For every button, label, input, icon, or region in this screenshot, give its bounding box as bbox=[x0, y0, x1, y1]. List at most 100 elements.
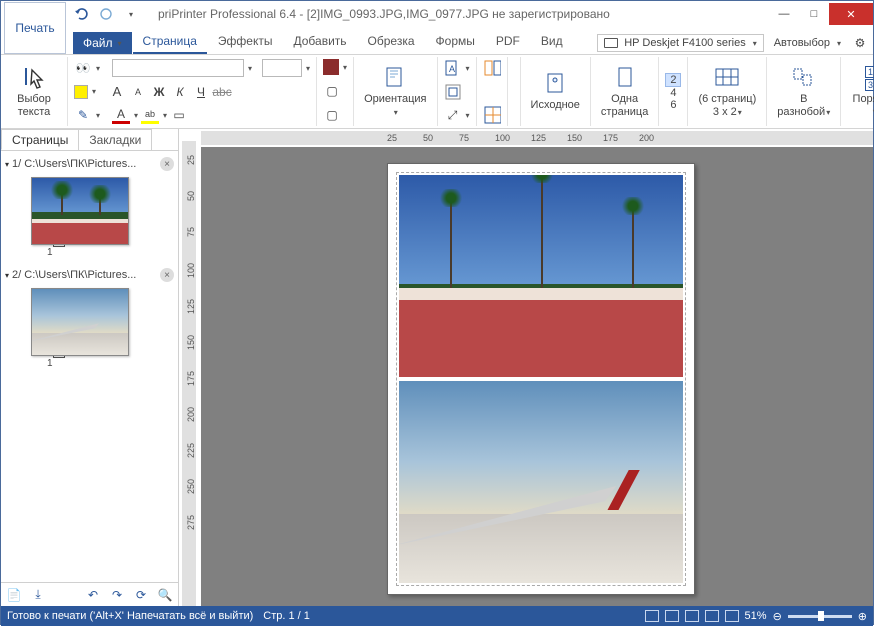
refresh-icon[interactable]: ⟳ bbox=[132, 586, 150, 604]
view-single-icon[interactable] bbox=[645, 610, 659, 622]
nocolor-icon[interactable]: ▢ bbox=[323, 82, 341, 100]
status-page: Стр. 1 / 1 bbox=[263, 610, 310, 622]
scale-icon[interactable]: ⤢ bbox=[444, 106, 462, 124]
redo-icon[interactable] bbox=[97, 5, 115, 23]
tab-view[interactable]: Вид bbox=[531, 29, 573, 54]
booklet-icon[interactable] bbox=[483, 59, 501, 77]
view-two-icon[interactable] bbox=[685, 610, 699, 622]
fontcolor-icon[interactable]: A bbox=[112, 106, 130, 124]
export-icon[interactable]: ⤓ bbox=[29, 586, 47, 604]
tab-crop[interactable]: Обрезка bbox=[358, 29, 425, 54]
undo-icon[interactable] bbox=[73, 5, 91, 23]
page-preview[interactable] bbox=[387, 163, 695, 595]
source-layout-button[interactable]: Исходное bbox=[527, 59, 584, 124]
preview-image-2 bbox=[399, 381, 683, 583]
italic-icon[interactable]: К bbox=[171, 83, 189, 101]
autoselect-dropdown[interactable]: Автовыбор▾ bbox=[768, 35, 847, 51]
cursor-icon bbox=[20, 65, 48, 91]
maximize-button[interactable]: □ bbox=[799, 3, 829, 25]
sidebar-item-header[interactable]: ▾1/ C:\Users\ПК\Pictures...× bbox=[5, 155, 174, 173]
fontsize-selector[interactable] bbox=[262, 59, 302, 77]
view-cont-icon[interactable] bbox=[665, 610, 679, 622]
sidebar-tab-pages[interactable]: Страницы bbox=[1, 129, 79, 150]
tab-forms[interactable]: Формы bbox=[426, 29, 485, 54]
order-button[interactable]: 1 2 3 4 Порядок▾ bbox=[847, 59, 874, 124]
close-button[interactable]: ✕ bbox=[829, 3, 873, 25]
pagesize-icon[interactable]: A bbox=[444, 59, 462, 77]
grow-font-icon[interactable]: A bbox=[108, 83, 126, 101]
pen-icon[interactable]: ✎ bbox=[74, 106, 92, 124]
sourcepage-icon bbox=[541, 71, 569, 97]
font-selector[interactable] bbox=[112, 59, 244, 77]
tab-pdf[interactable]: PDF bbox=[486, 29, 530, 54]
layout-6[interactable]: 6 bbox=[670, 99, 676, 111]
titlebar: ▾ priPrinter Professional 6.4 - [2]IMG_0… bbox=[1, 1, 873, 27]
sidebar-tab-bookmarks[interactable]: Закладки bbox=[78, 129, 152, 150]
binoculars-icon[interactable]: 👀 bbox=[74, 59, 92, 77]
ribbon: Выбор текста 👀▾ ▾ ▾ ▾ A A Ж К Ч abc ✎▾ A… bbox=[1, 55, 873, 129]
layout-4[interactable]: 4 bbox=[670, 87, 676, 99]
printer-selector[interactable]: HP Deskjet F4100 series▾ bbox=[597, 34, 763, 52]
strike-icon[interactable]: abc bbox=[213, 83, 231, 101]
tab-effects[interactable]: Эффекты bbox=[208, 29, 283, 54]
view-thumb-icon[interactable] bbox=[725, 610, 739, 622]
canvas[interactable] bbox=[201, 147, 873, 606]
poster-icon[interactable] bbox=[483, 106, 501, 124]
orientation-icon bbox=[381, 65, 409, 91]
remove-doc-icon[interactable]: × bbox=[160, 157, 174, 171]
view-grid-icon[interactable] bbox=[705, 610, 719, 622]
minimize-button[interactable]: — bbox=[769, 3, 799, 25]
shuffle-icon bbox=[790, 65, 818, 91]
select-text-button[interactable]: Выбор текста bbox=[7, 59, 61, 124]
zoom-label: 51% bbox=[745, 610, 767, 622]
thumbnail[interactable] bbox=[31, 288, 129, 356]
file-menu-button[interactable]: Файл▾ bbox=[73, 32, 132, 54]
quick-access-toolbar: ▾ bbox=[73, 5, 140, 23]
newdoc-icon[interactable]: 📄 bbox=[5, 586, 23, 604]
rotate-cw-icon[interactable]: ↷ bbox=[108, 586, 126, 604]
highlight-icon[interactable] bbox=[74, 85, 88, 99]
statusbar: Готово к печати ('Alt+X' Напечатать всё … bbox=[1, 606, 873, 626]
margins-icon[interactable] bbox=[444, 83, 462, 101]
grid3x2-icon bbox=[713, 65, 741, 91]
tab-add[interactable]: Добавить bbox=[283, 29, 356, 54]
sidebar-item-header[interactable]: ▾2/ C:\Users\ПК\Pictures...× bbox=[5, 266, 174, 284]
tab-page[interactable]: Страница bbox=[133, 29, 207, 54]
underline-icon[interactable]: Ч bbox=[192, 83, 210, 101]
highlightcolor-icon[interactable]: ab bbox=[141, 106, 159, 124]
eraser-icon[interactable]: ▭ bbox=[170, 106, 188, 124]
preview-image-1 bbox=[399, 175, 683, 377]
status-ready: Готово к печати ('Alt+X' Напечатать всё … bbox=[7, 610, 253, 622]
thumbnail[interactable] bbox=[31, 177, 129, 245]
zoom-side-icon[interactable]: 🔍 bbox=[156, 586, 174, 604]
copycolor-icon[interactable]: ▢ bbox=[323, 106, 341, 124]
gear-icon[interactable]: ⚙ bbox=[851, 34, 869, 52]
zoom-in-icon[interactable]: ⊕ bbox=[858, 610, 867, 623]
rotate-ccw-icon[interactable]: ↶ bbox=[84, 586, 102, 604]
thumb-number: 1 bbox=[47, 358, 53, 369]
printer-icon bbox=[604, 38, 618, 48]
orientation-button[interactable]: Ориентация▾ bbox=[360, 59, 430, 124]
sixpages-button[interactable]: (6 страниц) 3 x 2▾ bbox=[694, 59, 760, 124]
shrink-font-icon[interactable]: A bbox=[129, 83, 147, 101]
thumb-number: 1 bbox=[47, 247, 53, 258]
menubar: Файл▾ Страница Эффекты Добавить Обрезка … bbox=[1, 27, 873, 55]
svg-text:A: A bbox=[449, 64, 455, 74]
sidebar-toolbar: 📄 ⤓ ↶ ↷ ⟳ 🔍 bbox=[1, 582, 178, 606]
zoom-out-icon[interactable]: ⊖ bbox=[773, 610, 782, 623]
sidebar: Страницы Закладки ▾1/ C:\Users\ПК\Pictur… bbox=[1, 129, 179, 606]
onepage-icon bbox=[611, 65, 639, 91]
fillcolor-icon[interactable] bbox=[323, 59, 339, 75]
shuffle-button[interactable]: В разнобой▾ bbox=[773, 59, 834, 124]
ruler-horizontal: 255075100125150175200 bbox=[201, 129, 873, 147]
print-button[interactable]: Печать bbox=[4, 2, 66, 54]
zoom-slider[interactable] bbox=[788, 615, 852, 618]
ruler-vertical: 255075100125150175200225250275 bbox=[179, 129, 201, 606]
window-title: priPrinter Professional 6.4 - [2]IMG_099… bbox=[158, 7, 610, 21]
remove-doc-icon[interactable]: × bbox=[160, 268, 174, 282]
workspace: Страницы Закладки ▾1/ C:\Users\ПК\Pictur… bbox=[1, 129, 873, 606]
qat-dropdown-icon[interactable]: ▾ bbox=[122, 5, 140, 23]
layout-2[interactable]: 2 bbox=[665, 73, 681, 87]
bold-icon[interactable]: Ж bbox=[150, 83, 168, 101]
onepage-button[interactable]: Одна страница bbox=[597, 59, 652, 124]
